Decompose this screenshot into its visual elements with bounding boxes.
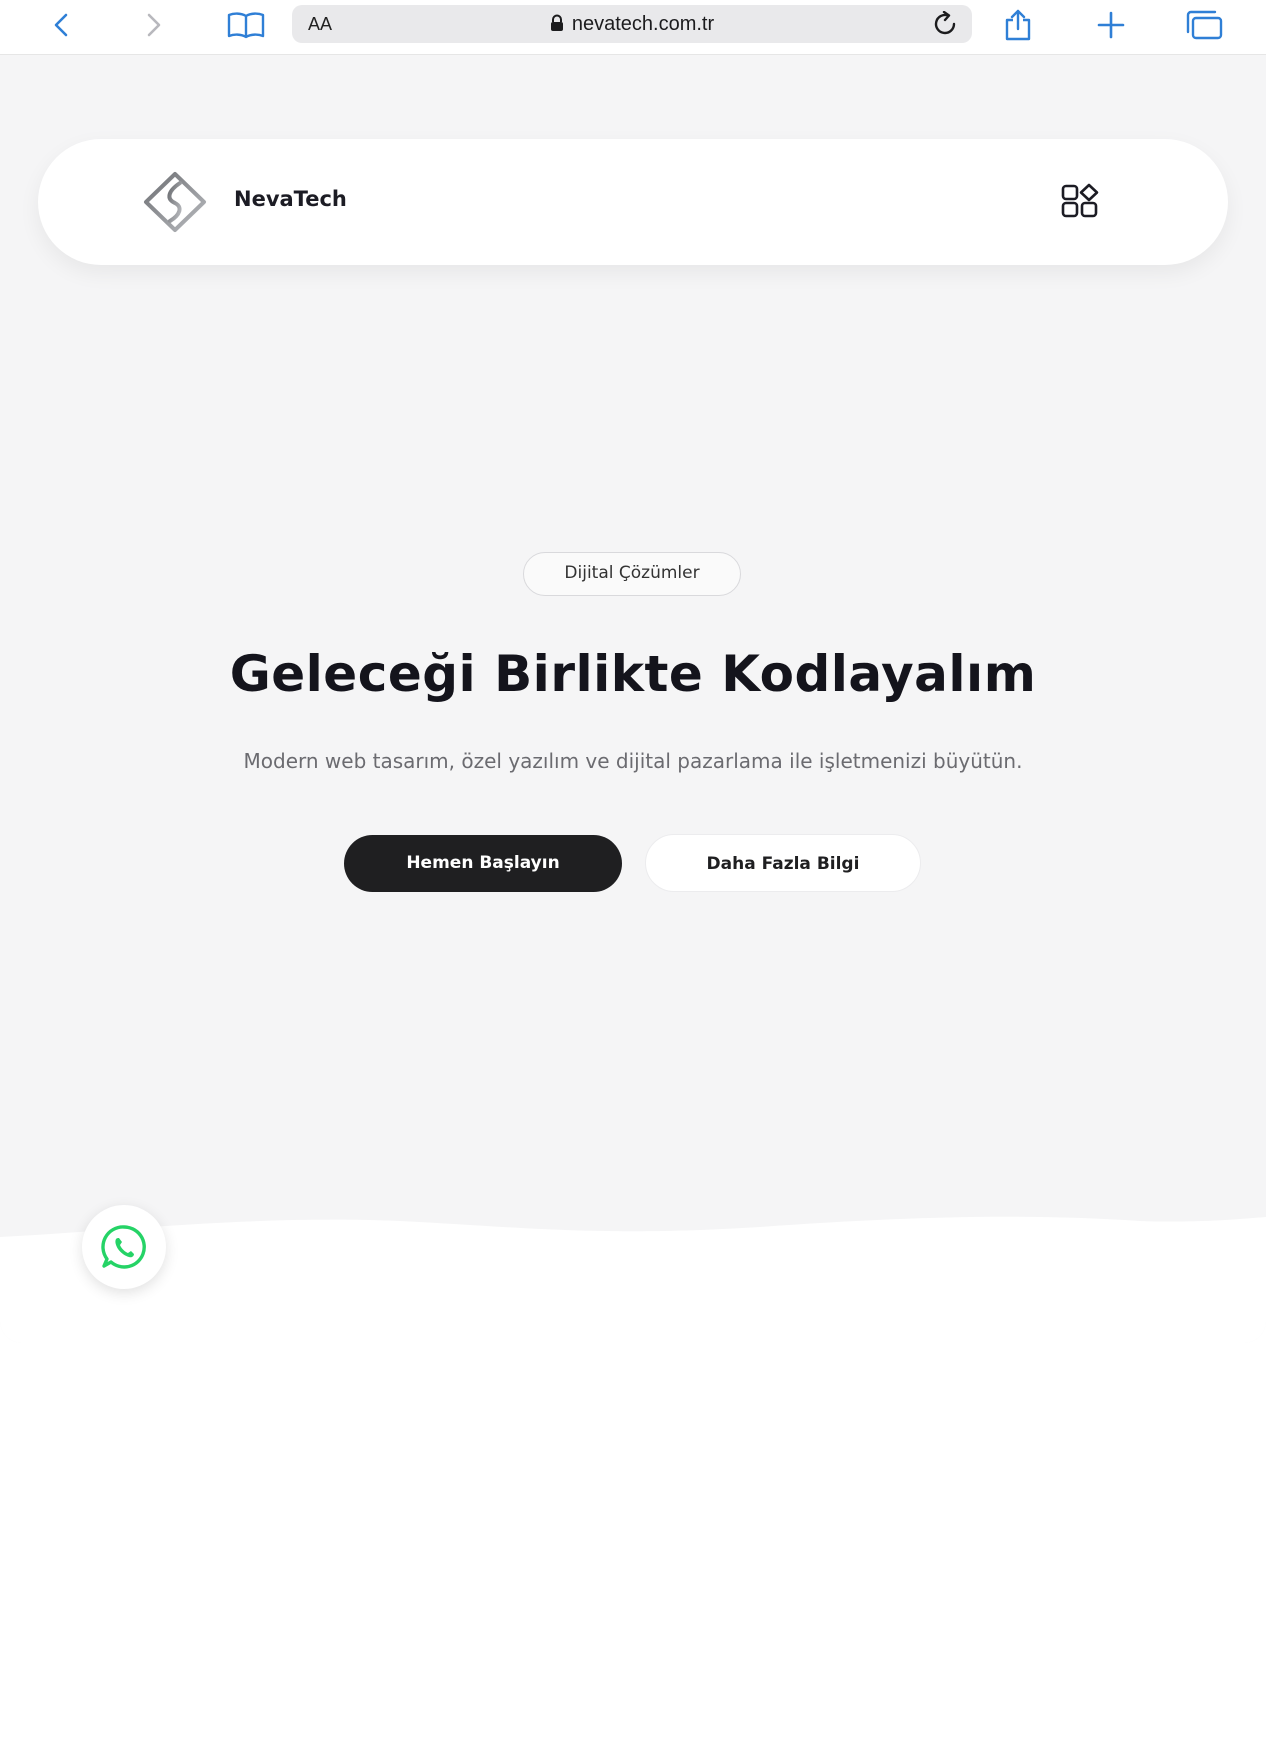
get-started-button[interactable]: Hemen Başlayın: [344, 835, 622, 892]
share-button[interactable]: [996, 6, 1040, 44]
reload-icon: [934, 10, 956, 35]
book-icon: [227, 12, 265, 39]
whatsapp-icon: [101, 1225, 146, 1269]
lock-icon: [550, 14, 563, 31]
back-button[interactable]: [40, 6, 84, 44]
chevron-left-icon: [54, 13, 68, 37]
learn-more-button[interactable]: Daha Fazla Bilgi: [645, 834, 921, 892]
site-header: NevaTech: [38, 139, 1228, 265]
url-text: nevatech.com.tr: [571, 13, 715, 35]
grid-menu-icon: [1061, 183, 1099, 218]
logo-icon: [144, 172, 206, 232]
tabs-icon: [1186, 10, 1223, 40]
hero-subtitle: Modern web tasarım, özel yazılım ve diji…: [243, 749, 1023, 773]
bookmarks-button[interactable]: [224, 6, 268, 44]
whatsapp-button[interactable]: [82, 1205, 166, 1289]
page-content: NevaTech Dijital Çözümler Geleceği Birli…: [0, 55, 1266, 1343]
new-tab-button[interactable]: [1089, 6, 1133, 44]
share-icon: [1005, 9, 1031, 41]
chevron-right-icon: [147, 13, 161, 37]
hero-badge: Dijital Çözümler: [523, 552, 741, 596]
menu-button[interactable]: [1060, 183, 1102, 219]
hero-title: Geleceği Birlikte Kodlayalım: [229, 645, 1037, 703]
wave-divider: [0, 1216, 1266, 1343]
tabs-button[interactable]: [1182, 6, 1226, 44]
address-bar[interactable]: AA nevatech.com.tr: [292, 5, 972, 43]
plus-icon: [1097, 11, 1125, 39]
reload-button[interactable]: [932, 10, 960, 41]
site-logo[interactable]: [142, 171, 208, 237]
browser-toolbar: AA nevatech.com.tr: [0, 0, 1266, 55]
brand-name[interactable]: NevaTech: [234, 187, 347, 211]
forward-button[interactable]: [131, 6, 175, 44]
